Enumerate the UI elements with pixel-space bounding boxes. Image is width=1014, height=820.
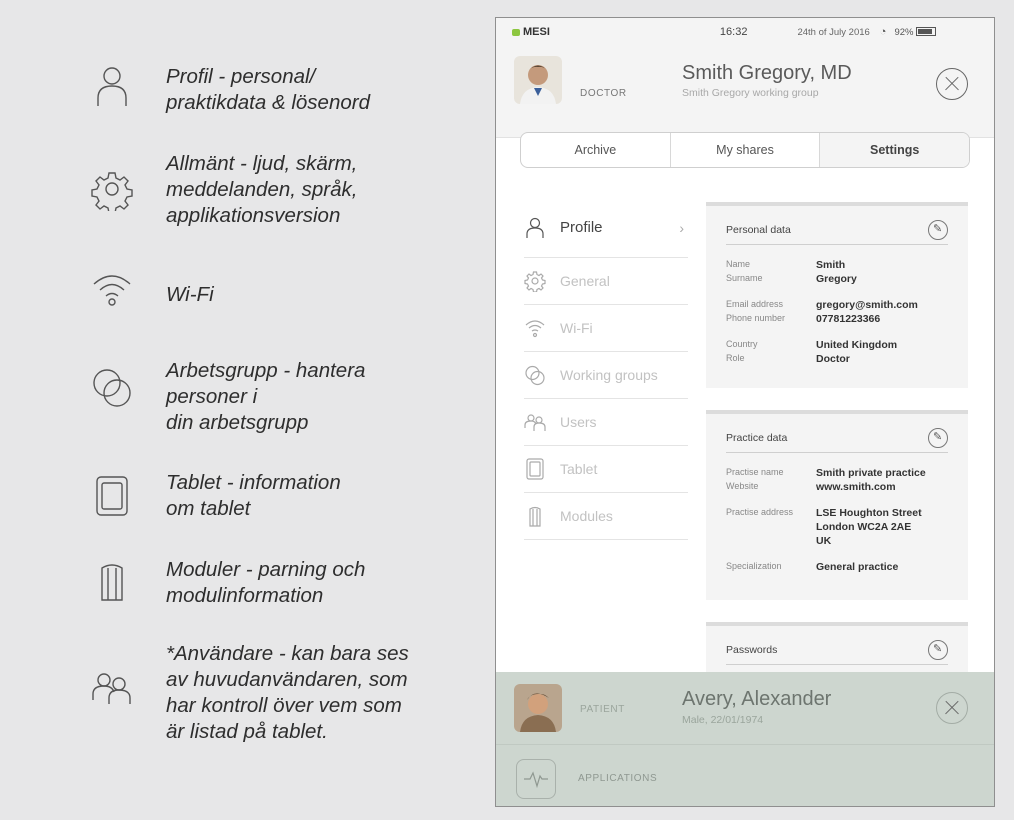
menu-label-working-groups: Working groups (560, 367, 658, 383)
close-patient-icon[interactable] (936, 692, 968, 724)
legend-text-tablet: Tablet - information om tablet (166, 471, 341, 520)
working-groups-icon (88, 363, 136, 411)
doctor-header: DOCTOR Smith Gregory, MD Smith Gregory w… (496, 46, 994, 138)
personal-data-header: Personal data (726, 220, 948, 245)
users-icon (88, 664, 136, 712)
legend-modules (88, 558, 136, 606)
doctor-avatar[interactable] (514, 56, 562, 104)
tablet-screen: MESI 16:32 24th of July 2016 ◔ 92% DOCTO… (495, 17, 995, 807)
tablet-icon (526, 458, 544, 480)
menu-item-users[interactable]: Users (524, 399, 688, 446)
wifi-status-icon: ◔ (879, 26, 887, 38)
menu-label-users: Users (560, 414, 597, 430)
tab-archive[interactable]: Archive (521, 133, 671, 167)
doctor-group: Smith Gregory working group (682, 87, 819, 99)
profile-icon (526, 217, 544, 238)
field-email: Email address gregory@smith.com (726, 299, 918, 311)
gear-icon (88, 165, 136, 213)
field-website: Website www.smith.com (726, 481, 896, 493)
practice-data-card: Practice data Practise nameSmith private… (706, 410, 968, 600)
users-icon (524, 414, 546, 431)
tab-my-shares[interactable]: My shares (671, 133, 821, 167)
legend-general (88, 165, 136, 213)
menu-item-general[interactable]: General (524, 258, 688, 305)
brand: MESI (512, 26, 550, 38)
doctor-name: Smith Gregory, MD (682, 62, 852, 84)
edit-personal-icon[interactable] (928, 220, 948, 240)
menu-label-modules: Modules (560, 508, 613, 524)
legend-working-groups (88, 363, 136, 411)
status-date: 24th of July 2016 (797, 26, 870, 38)
field-specialization: Specialization General practice (726, 561, 899, 573)
legend-text-general: Allmänt - ljud, skärm, meddelanden, språ… (166, 152, 358, 227)
patient-role-label: PATIENT (580, 704, 625, 715)
field-practise-name: Practise name Smith private practice (726, 467, 926, 479)
patient-name: Avery, Alexander (682, 688, 832, 710)
applications-button[interactable] (516, 759, 556, 799)
field-country: Country United Kingdom (726, 339, 898, 351)
status-time: 16:32 (719, 26, 748, 38)
personal-data-title: Personal data (726, 224, 791, 236)
passwords-header: Passwords (726, 640, 948, 665)
status-bar: MESI 16:32 24th of July 2016 ◔ 92% (496, 18, 994, 46)
settings-menu: Profile › General Wi-Fi Working groups U… (524, 198, 688, 540)
menu-label-profile: Profile (560, 219, 603, 236)
applications-label: APPLICATIONS (578, 773, 658, 784)
battery-percent: 92% (894, 26, 914, 38)
legend-text-wifi: Wi-Fi (166, 283, 214, 306)
field-role: Role Doctor (726, 353, 850, 365)
settings-content: Profile › General Wi-Fi Working groups U… (496, 168, 994, 682)
legend-tablet (88, 472, 136, 520)
menu-label-general: General (560, 273, 610, 289)
menu-item-working-groups[interactable]: Working groups (524, 352, 688, 399)
gear-icon (524, 271, 546, 292)
menu-label-tablet: Tablet (560, 461, 598, 477)
edit-passwords-icon[interactable] (928, 640, 948, 660)
legend-profile (88, 62, 136, 110)
chevron-right-icon: › (679, 219, 684, 236)
heartbeat-icon (524, 771, 548, 789)
field-practise-address: Practise address LSE Houghton Street Lon… (726, 507, 922, 547)
field-phone: Phone number 07781223366 (726, 313, 881, 325)
edit-practice-icon[interactable] (928, 428, 948, 448)
doctor-role-label: DOCTOR (580, 88, 627, 99)
brand-logo-icon (512, 28, 520, 36)
close-doctor-icon[interactable] (936, 68, 968, 100)
practice-data-header: Practice data (726, 428, 948, 453)
patient-bar: PATIENT Avery, Alexander Male, 22/01/197… (496, 672, 994, 744)
menu-label-wifi: Wi-Fi (560, 320, 593, 336)
legend-text-modules: Moduler - parning och modulinformation (166, 558, 366, 607)
legend-text-profile: Profil - personal/ praktikdata & lösenor… (166, 65, 370, 114)
legend-text-working-groups: Arbetsgrupp - hantera personer i din arb… (166, 359, 366, 434)
patient-info: Male, 22/01/1974 (682, 714, 764, 726)
menu-item-modules[interactable]: Modules (524, 493, 688, 540)
legend: Profil - personal/ praktikdata & lösenor… (0, 0, 480, 820)
legend-users (88, 664, 136, 712)
legend-text-users: *Användare - kan bara ses av huvudanvänd… (166, 642, 409, 743)
personal-data-card: Personal data NameSmith SurnameGregory E… (706, 202, 968, 388)
battery-icon (916, 27, 937, 37)
practice-data-title: Practice data (726, 432, 788, 444)
module-icon (529, 506, 541, 527)
menu-item-profile[interactable]: Profile › (524, 198, 688, 258)
wifi-icon (525, 320, 545, 338)
patient-avatar[interactable] (514, 684, 562, 732)
tabs: Archive My shares Settings (520, 132, 970, 168)
wifi-icon (88, 266, 136, 314)
battery-status: 92% (894, 26, 937, 38)
applications-bar: APPLICATIONS (496, 744, 994, 806)
tab-settings[interactable]: Settings (820, 133, 969, 167)
legend-wifi (88, 266, 136, 314)
menu-item-tablet[interactable]: Tablet (524, 446, 688, 493)
passwords-title: Passwords (726, 644, 778, 656)
working-groups-icon (525, 365, 545, 386)
field-name: Name Smith (726, 259, 846, 271)
profile-person-icon (88, 62, 136, 110)
module-icon (88, 558, 136, 606)
tablet-icon (88, 472, 136, 520)
menu-item-wifi[interactable]: Wi-Fi (524, 305, 688, 352)
brand-label: MESI (523, 26, 550, 38)
field-surname: Surname Gregory (726, 273, 857, 285)
